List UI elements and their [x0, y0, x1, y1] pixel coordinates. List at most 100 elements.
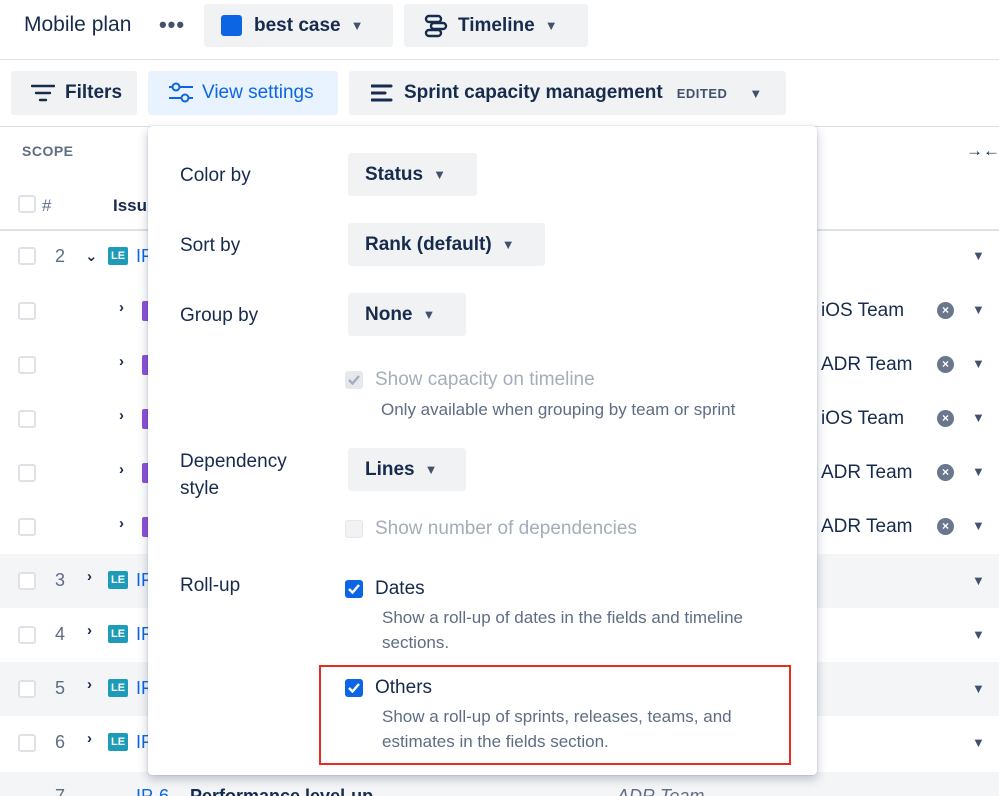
issue-summary[interactable]: Performance level-up	[190, 786, 373, 796]
chevron-right-icon[interactable]: ›	[87, 622, 92, 639]
chevron-down-icon: ▼	[422, 307, 436, 322]
row-checkbox[interactable]	[18, 410, 36, 428]
issue-type-icon: LE	[108, 679, 128, 697]
saved-view-select[interactable]: Sprint capacity management EDITED ▼	[349, 71, 786, 115]
table-row[interactable]: 7 IP-6 Performance level-up ADR Team	[0, 772, 999, 796]
chevron-down-icon: ▼	[424, 462, 438, 477]
sort-by-label: Sort by	[180, 235, 241, 256]
clear-icon[interactable]: ×	[937, 518, 954, 535]
row-checkbox[interactable]	[18, 518, 36, 536]
row-checkbox[interactable]	[18, 626, 36, 644]
rollup-dates-helper: sections.	[382, 633, 450, 652]
team-value: iOS Team	[821, 408, 905, 429]
issue-type-icon: LE	[108, 733, 128, 751]
row-number: 3	[54, 570, 65, 590]
rollup-dates-helper: Show a roll-up of dates in the fields an…	[382, 608, 743, 627]
chevron-down-icon[interactable]: ▼	[972, 735, 985, 750]
rollup-dates-checkbox[interactable]	[345, 580, 363, 598]
chevron-right-icon[interactable]: ›	[119, 407, 124, 424]
scenario-label: best case	[254, 14, 341, 36]
show-dependencies-checkbox[interactable]	[345, 520, 363, 538]
row-checkbox[interactable]	[18, 572, 36, 590]
chevron-down-icon[interactable]: ▼	[972, 248, 985, 263]
check-icon	[348, 375, 360, 385]
sliders-icon	[169, 82, 193, 103]
row-number: 5	[54, 678, 65, 698]
color-by-label: Color by	[180, 165, 251, 186]
scenario-color-icon	[221, 15, 242, 36]
chevron-right-icon[interactable]: ›	[87, 568, 92, 585]
chevron-down-icon[interactable]: ⌄	[85, 247, 98, 265]
annotation-highlight-box	[319, 665, 791, 765]
dependency-style-select[interactable]: Lines ▼	[348, 448, 466, 491]
row-checkbox[interactable]	[18, 734, 36, 752]
more-actions-button[interactable]: •••	[156, 8, 188, 44]
list-view-icon	[371, 84, 393, 102]
saved-view-label: Sprint capacity management	[404, 82, 663, 103]
chevron-down-icon[interactable]: ▼	[972, 681, 985, 696]
view-select[interactable]: Timeline ▼	[404, 4, 588, 47]
filters-button[interactable]: Filters	[11, 71, 137, 115]
chevron-down-icon[interactable]: ▼	[972, 464, 985, 479]
row-checkbox[interactable]	[18, 680, 36, 698]
row-number: 6	[54, 732, 65, 752]
plan-title: Mobile plan	[24, 13, 132, 36]
row-number: 7	[54, 786, 65, 796]
collapse-icon[interactable]: →←	[966, 141, 999, 161]
plan-toolbar: Filters View settings Sprint capacity ma…	[0, 60, 999, 127]
team-value: ADR Team	[821, 354, 913, 375]
chevron-right-icon[interactable]: ›	[119, 461, 124, 478]
select-all-checkbox[interactable]	[18, 195, 36, 213]
timeline-icon	[424, 14, 448, 37]
clear-icon[interactable]: ×	[937, 410, 954, 427]
chevron-right-icon[interactable]: ›	[119, 299, 124, 316]
row-number: 4	[54, 624, 65, 644]
issue-type-icon: LE	[108, 625, 128, 643]
issue-type-icon: LE	[108, 571, 128, 589]
filter-icon	[31, 84, 55, 102]
chevron-right-icon[interactable]: ›	[87, 676, 92, 693]
chevron-down-icon[interactable]: ▼	[972, 302, 985, 317]
clear-icon[interactable]: ×	[937, 302, 954, 319]
team-value: iOS Team	[821, 300, 905, 321]
clear-icon[interactable]: ×	[937, 464, 954, 481]
chevron-down-icon: ▼	[350, 18, 364, 33]
row-checkbox[interactable]	[18, 247, 36, 265]
row-checkbox[interactable]	[18, 302, 36, 320]
row-checkbox[interactable]	[18, 464, 36, 482]
color-by-value: Status	[365, 163, 424, 185]
chevron-right-icon[interactable]: ›	[119, 515, 124, 532]
row-number: 2	[54, 246, 65, 266]
chevron-down-icon: ▼	[433, 167, 446, 182]
chevron-down-icon[interactable]: ▼	[972, 410, 985, 425]
chevron-down-icon[interactable]: ▼	[972, 627, 985, 642]
check-icon	[348, 584, 360, 594]
plan-header: Mobile plan ••• best case ▼ Timeline ▼	[0, 0, 999, 60]
chevron-down-icon[interactable]: ▼	[972, 356, 985, 371]
view-settings-button[interactable]: View settings	[148, 71, 338, 115]
clear-icon[interactable]: ×	[937, 356, 954, 373]
view-settings-label: View settings	[202, 82, 314, 103]
group-by-label: Group by	[180, 305, 259, 326]
dependency-style-label: Dependency	[180, 451, 287, 472]
chevron-right-icon[interactable]: ›	[119, 353, 124, 370]
scope-heading: SCOPE	[22, 143, 74, 159]
issue-key[interactable]: IP-6	[136, 786, 169, 796]
color-by-select[interactable]: Status ▼	[348, 153, 477, 196]
column-rank: #	[42, 196, 52, 215]
issue-type-icon: LE	[108, 247, 128, 265]
chevron-down-icon[interactable]: ▼	[972, 518, 985, 533]
show-capacity-checkbox[interactable]	[345, 371, 363, 389]
view-label: Timeline	[458, 14, 535, 36]
sort-by-select[interactable]: Rank (default) ▼	[348, 223, 545, 266]
scenario-select[interactable]: best case ▼	[204, 4, 393, 47]
chevron-right-icon[interactable]: ›	[87, 730, 92, 747]
row-checkbox[interactable]	[18, 356, 36, 374]
chevron-down-icon: ▼	[501, 237, 515, 252]
group-by-select[interactable]: None ▼	[348, 293, 466, 336]
team-value: ADR Team	[821, 462, 913, 483]
show-dependencies-label: Show number of dependencies	[375, 518, 637, 539]
chevron-down-icon[interactable]: ▼	[972, 573, 985, 588]
rollup-dates-label: Dates	[375, 578, 425, 599]
chevron-down-icon: ▼	[749, 85, 763, 101]
